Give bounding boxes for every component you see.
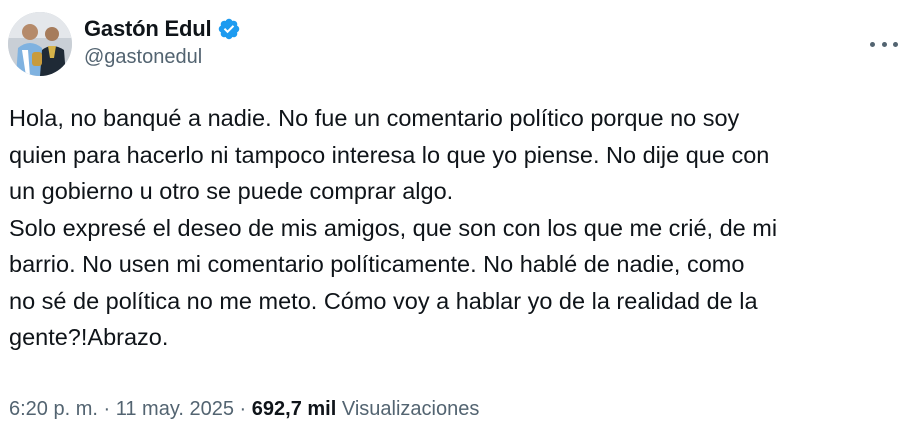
avatar[interactable]	[8, 12, 72, 76]
more-horizontal-icon[interactable]	[870, 34, 898, 54]
avatar-image	[8, 12, 72, 76]
tweet-meta: 6:20 p. m. · 11 may. 2025 · 692,7 mil Vi…	[9, 398, 479, 421]
tweet-text-line: Hola, no banqué a nadie. No fue un comen…	[9, 105, 740, 131]
tweet-card: Gastón Edul @gastonedul Hola, no banqué …	[0, 0, 912, 434]
tweet-text-line: no sé de política no me meto. Cómo voy a…	[9, 287, 758, 314]
tweet-time[interactable]: 6:20 p. m.	[9, 398, 98, 420]
tweet-text-line: un gobierno u otro se puede comprar algo…	[9, 178, 454, 204]
tweet-date[interactable]: 11 may. 2025	[116, 398, 234, 420]
views-label: Visualizaciones	[341, 398, 480, 420]
display-name-row: Gastón Edul	[84, 14, 241, 44]
meta-separator: ·	[103, 398, 111, 420]
tweet-text-line: barrio. No usen mi comentario políticame…	[9, 251, 745, 277]
more-dot	[870, 41, 875, 47]
tweet-text-line: gente?!Abrazo.	[9, 324, 169, 350]
verified-badge-icon[interactable]	[217, 17, 241, 41]
tweet-text-line: Solo expresé el deseo de mis amigos, que…	[9, 214, 778, 241]
author-display-name[interactable]: Gastón Edul	[84, 16, 212, 42]
author-block: Gastón Edul @gastonedul	[84, 14, 241, 69]
views-count[interactable]: 692,7 mil	[252, 398, 337, 420]
more-dot	[893, 41, 898, 47]
tweet-text: Hola, no banqué a nadie. No fue un comen…	[9, 100, 904, 356]
tweet-text-line: quien para hacerlo ni tampoco interesa l…	[9, 141, 770, 168]
tweet-header: Gastón Edul @gastonedul	[8, 12, 904, 84]
more-dot	[881, 41, 887, 47]
meta-separator: ·	[239, 398, 247, 420]
author-handle[interactable]: @gastonedul	[84, 46, 241, 69]
